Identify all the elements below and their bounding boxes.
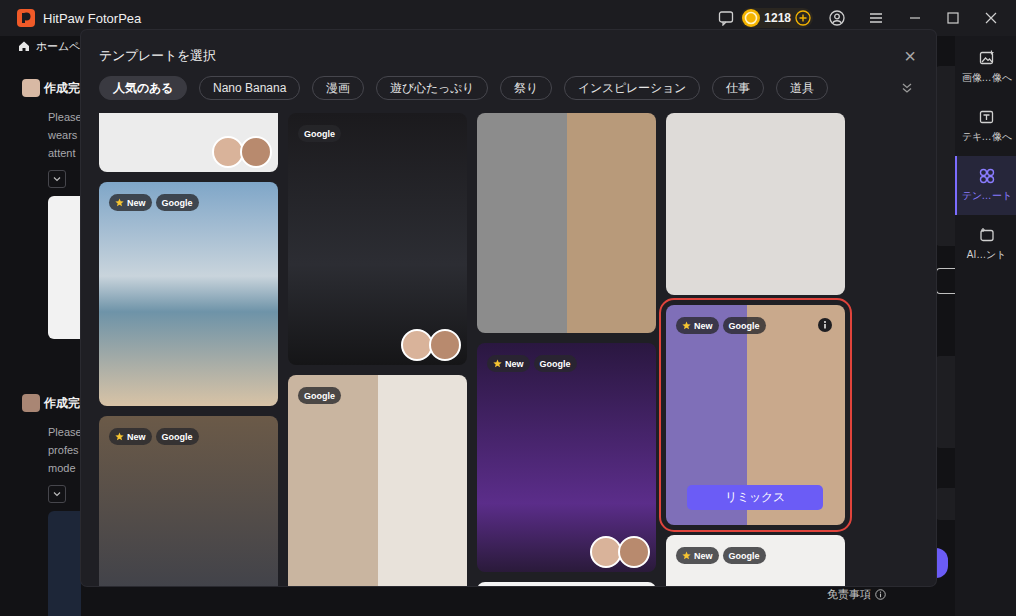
menu-icon[interactable] <box>868 10 884 26</box>
sidebar-label: テキ…像へ <box>962 130 1012 144</box>
sidebar-item[interactable]: テキ…像へ <box>955 97 1016 156</box>
template-card[interactable]: New Google リミックス <box>666 305 845 525</box>
history-prompt-line: Please <box>48 423 81 441</box>
star-icon <box>682 551 691 560</box>
info-icon[interactable] <box>818 318 832 332</box>
template-card[interactable] <box>99 113 278 172</box>
template-badge: New <box>109 428 152 445</box>
history-thumbnail[interactable] <box>48 511 81 616</box>
category-tabs: 人気のある Nano Banana 漫画遊び心たっぷり祭りインスピレーション仕事道具 <box>99 76 918 100</box>
template-card[interactable] <box>477 582 656 586</box>
template-icon <box>979 168 995 184</box>
star-icon <box>493 359 502 368</box>
sidebar-item[interactable]: 画像…像へ <box>955 38 1016 97</box>
sidebar-label: テン…ート <box>962 189 1012 203</box>
home-label: ホームペ <box>36 39 80 54</box>
history-prompt-line: profes <box>48 441 81 459</box>
template-card[interactable]: Google <box>288 113 467 365</box>
history-panel: ホームペ 作成完 Pleasewearsattent 作成完 Pleasepro… <box>0 36 81 616</box>
expand-tabs-icon[interactable] <box>900 81 914 95</box>
face-avatar <box>240 136 272 168</box>
sidebar-item[interactable]: テン…ート <box>955 156 1016 215</box>
history-avatar <box>22 394 40 412</box>
expand-button[interactable] <box>48 170 66 188</box>
app-title: HitPaw FotorPea <box>43 11 141 26</box>
chevron-down-icon <box>52 174 62 184</box>
category-tab[interactable]: 仕事 <box>712 76 764 100</box>
template-badge: Google <box>534 355 577 372</box>
image-to-image-icon <box>979 50 995 66</box>
template-badge: New <box>676 317 719 334</box>
template-dialog: テンプレートを選択 × 人気のある Nano Banana 漫画遊び心たっぷり祭りイ… <box>81 30 936 586</box>
template-badge: New <box>676 547 719 564</box>
history-prompt-line: wears <box>48 126 81 144</box>
template-card[interactable]: New Google <box>99 182 278 406</box>
template-badge: Google <box>298 387 341 404</box>
template-card[interactable] <box>666 113 845 295</box>
app-window: HitPaw FotorPea 1218 ホームペ 作成完 Pleasewear… <box>0 0 1016 616</box>
maximize-icon[interactable] <box>946 11 960 25</box>
history-avatar <box>22 79 40 97</box>
history-title: 作成完 <box>44 395 80 412</box>
category-tab[interactable]: 人気のある <box>99 76 187 100</box>
template-badge: Google <box>723 547 766 564</box>
template-card[interactable] <box>477 113 656 333</box>
template-card[interactable]: New Google <box>99 416 278 586</box>
template-card[interactable]: Google <box>288 375 467 586</box>
add-coins-icon[interactable] <box>795 10 811 26</box>
category-tab[interactable]: 祭り <box>500 76 552 100</box>
category-tab[interactable]: インスピレーション <box>564 76 700 100</box>
history-prompt-line: attent <box>48 144 81 162</box>
expand-button[interactable] <box>48 485 66 503</box>
sidebar-label: 画像…像へ <box>962 71 1012 85</box>
history-title: 作成完 <box>44 80 80 97</box>
settings-panel-edge <box>936 36 955 616</box>
category-tab[interactable]: 漫画 <box>312 76 364 100</box>
template-badge: Google <box>723 317 766 334</box>
star-icon <box>115 198 124 207</box>
template-card[interactable]: New Google <box>477 343 656 572</box>
sidebar-label: AI…ント <box>967 248 1006 262</box>
face-avatar <box>429 329 461 361</box>
app-logo-icon <box>17 9 35 27</box>
template-badge: Google <box>156 194 199 211</box>
chat-icon[interactable] <box>718 10 734 26</box>
tool-sidebar: 画像…像へ テキ…像へ テン…ート AI…ント <box>955 36 1016 616</box>
close-button[interactable]: × <box>904 46 918 66</box>
minimize-icon[interactable] <box>908 11 922 25</box>
ai-agent-icon <box>979 227 995 243</box>
template-badge: Google <box>298 125 341 142</box>
disclaimer-label: 免责事項 <box>827 587 871 602</box>
info-icon <box>875 589 886 600</box>
coin-count: 1218 <box>764 11 791 25</box>
remix-button[interactable]: リミックス <box>687 485 823 510</box>
sidebar-item[interactable]: AI…ント <box>955 215 1016 274</box>
template-badge: Google <box>156 428 199 445</box>
text-to-image-icon <box>979 109 995 125</box>
history-thumbnail[interactable] <box>48 196 81 339</box>
home-link[interactable]: ホームペ <box>0 36 81 56</box>
star-icon <box>682 321 691 330</box>
dialog-title: テンプレートを選択 <box>99 47 216 65</box>
home-icon <box>18 40 30 52</box>
history-item[interactable]: 作成完 Pleaseprofesmode <box>0 393 81 616</box>
template-card[interactable]: New Google <box>666 535 845 586</box>
template-badge: New <box>109 194 152 211</box>
star-icon <box>115 432 124 441</box>
history-prompt-line: mode <box>48 459 81 477</box>
disclaimer-link[interactable]: 免责事項 <box>827 587 886 602</box>
coin-icon <box>742 9 760 27</box>
user-icon[interactable] <box>829 10 845 26</box>
category-tab[interactable]: 道具 <box>776 76 828 100</box>
template-badge: New <box>487 355 530 372</box>
close-window-icon[interactable] <box>984 11 998 25</box>
history-item[interactable]: 作成完 Pleasewearsattent <box>0 78 81 339</box>
chevron-down-icon <box>52 489 62 499</box>
face-avatar <box>618 536 650 568</box>
template-grid: New Google New Google Google Google New … <box>99 112 918 586</box>
coin-balance[interactable]: 1218 <box>740 8 813 28</box>
category-tab[interactable]: 遊び心たっぷり <box>376 76 488 100</box>
history-prompt-line: Please <box>48 108 81 126</box>
category-tab[interactable]: Nano Banana <box>199 76 300 100</box>
